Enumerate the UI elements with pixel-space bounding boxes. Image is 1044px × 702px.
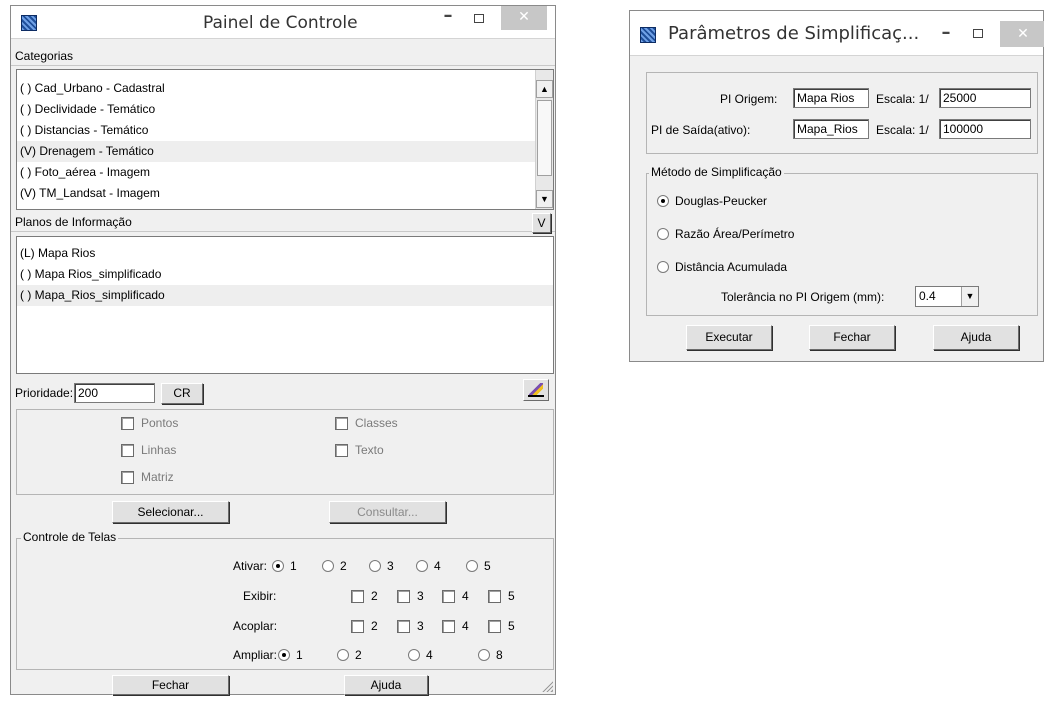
executar-button[interactable]: Executar <box>686 325 772 350</box>
planos-header: Planos de Informação <box>11 212 555 232</box>
plano-item[interactable]: ( ) Mapa Rios_simplificado <box>17 264 553 285</box>
classes-checkbox[interactable]: Classes <box>335 416 398 430</box>
escala-origem-input[interactable]: 25000 <box>939 88 1031 108</box>
fechar-params-button[interactable]: Fechar <box>809 325 895 350</box>
categorias-header: Categorias <box>11 46 555 66</box>
categoria-item[interactable]: ( ) Foto_aérea - Imagem <box>17 162 535 183</box>
ativar-radio-5[interactable]: 5 <box>466 559 491 573</box>
escala-saida-label: Escala: 1/ <box>876 123 929 137</box>
close-icon[interactable]: ✕ <box>1000 21 1044 47</box>
pi-group: PI Origem: Mapa Rios Escala: 1/ 25000 PI… <box>646 72 1038 154</box>
planos-list[interactable]: (L) Mapa Rios( ) Mapa Rios_simplificado(… <box>16 236 554 374</box>
maximize-icon[interactable] <box>467 6 491 30</box>
acoplar-check-4[interactable]: 4 <box>442 619 469 633</box>
ativar-radio-1[interactable]: 1 <box>272 559 297 573</box>
matriz-checkbox[interactable]: Matriz <box>121 470 174 484</box>
ajuda-params-button[interactable]: Ajuda <box>933 325 1019 350</box>
plano-item[interactable]: ( ) Mapa_Rios_simplificado <box>17 285 553 306</box>
categorias-scrollbar[interactable]: ▲ ▼ <box>535 70 553 209</box>
categoria-item[interactable]: ( ) Distancias - Temático <box>17 120 535 141</box>
painel-de-controle-window: Painel de Controle – ✕ Categorias ( ) Ca… <box>10 5 556 695</box>
acoplar-label: Acoplar: <box>233 619 278 633</box>
pi-origem-label: PI Origem: <box>720 92 778 106</box>
categorias-list[interactable]: ( ) Cad_Urbano - Cadastral( ) Declividad… <box>16 69 554 210</box>
categoria-item[interactable]: (V) Drenagem - Temático <box>17 141 535 162</box>
linhas-checkbox[interactable]: Linhas <box>121 443 176 457</box>
fechar-button[interactable]: Fechar <box>112 675 229 695</box>
texto-checkbox[interactable]: Texto <box>335 443 384 457</box>
exibir-check-2[interactable]: 2 <box>351 589 378 603</box>
pontos-checkbox[interactable]: Pontos <box>121 416 178 430</box>
exibir-label: Exibir: <box>243 589 277 603</box>
pi-origem-input[interactable]: Mapa Rios <box>793 88 869 108</box>
ativar-radio-4[interactable]: 4 <box>416 559 441 573</box>
app-icon <box>21 15 37 31</box>
minimize-icon[interactable]: – <box>436 6 460 30</box>
exibir-check-4[interactable]: 4 <box>442 589 469 603</box>
metodo-label: Método de Simplificação <box>649 165 784 179</box>
categorias-label: Categorias <box>15 49 74 63</box>
pi-saida-label: PI de Saída(ativo): <box>651 123 751 137</box>
acoplar-check-5[interactable]: 5 <box>488 619 515 633</box>
categoria-item[interactable]: ( ) Declividade - Temático <box>17 99 535 120</box>
edit-pencil-button[interactable] <box>523 379 549 401</box>
douglas-peucker-radio[interactable]: Douglas-Peucker <box>657 194 767 208</box>
pi-saida-input[interactable]: Mapa_Rios <box>793 119 869 139</box>
distancia-acumulada-radio[interactable]: Distância Acumulada <box>657 260 787 274</box>
painel-titlebar[interactable]: Painel de Controle – ✕ <box>11 6 555 39</box>
ampliar-radio-4[interactable]: 4 <box>408 648 433 662</box>
controle-de-telas-label: Controle de Telas <box>21 530 119 544</box>
tolerancia-select[interactable]: 0.4 ▼ <box>915 286 979 307</box>
selecionar-button[interactable]: Selecionar... <box>112 501 229 523</box>
ampliar-radio-2[interactable]: 2 <box>337 648 362 662</box>
ajuda-button[interactable]: Ajuda <box>344 675 428 695</box>
metodo-group: Método de Simplificação Douglas-Peucker … <box>646 165 1038 316</box>
scroll-up-icon[interactable]: ▲ <box>536 80 553 98</box>
razao-area-perimetro-radio[interactable]: Razão Área/Perímetro <box>657 227 794 241</box>
planos-label: Planos de Informação <box>15 215 132 229</box>
close-icon[interactable]: ✕ <box>501 6 547 30</box>
prioridade-input[interactable]: 200 <box>74 383 155 403</box>
window-title: Painel de Controle <box>203 13 358 33</box>
ampliar-radio-8[interactable]: 8 <box>478 648 503 662</box>
planos-toggle-button[interactable]: V <box>532 213 551 233</box>
controle-de-telas-group: Controle de Telas Ativar: 1 2 3 4 5 Exib… <box>16 530 554 670</box>
escala-origem-label: Escala: 1/ <box>876 92 929 106</box>
escala-saida-input[interactable]: 100000 <box>939 119 1031 139</box>
acoplar-check-2[interactable]: 2 <box>351 619 378 633</box>
ativar-label: Ativar: <box>233 559 268 573</box>
exibir-check-3[interactable]: 3 <box>397 589 424 603</box>
prioridade-label: Prioridade: <box>15 386 74 400</box>
chevron-down-icon: ▼ <box>961 287 978 306</box>
window-title: Parâmetros de Simplificaç... <box>668 23 920 44</box>
maximize-icon[interactable] <box>966 21 990 45</box>
minimize-icon[interactable]: – <box>934 23 958 47</box>
visual-options-group: Pontos Linhas Matriz Classes Texto <box>16 409 554 495</box>
ativar-radio-2[interactable]: 2 <box>322 559 347 573</box>
parametros-window: Parâmetros de Simplificaç... – ✕ PI Orig… <box>629 10 1044 362</box>
resize-grip-icon[interactable] <box>541 680 553 692</box>
cr-button[interactable]: CR <box>161 383 203 404</box>
scroll-down-icon[interactable]: ▼ <box>536 190 553 208</box>
app-icon <box>640 27 656 43</box>
scroll-thumb[interactable] <box>537 100 552 176</box>
ampliar-radio-1[interactable]: 1 <box>278 648 303 662</box>
parametros-titlebar[interactable]: Parâmetros de Simplificaç... – ✕ <box>630 11 1044 56</box>
ampliar-label: Ampliar: <box>233 648 278 662</box>
plano-item[interactable]: (L) Mapa Rios <box>17 243 553 264</box>
consultar-button[interactable]: Consultar... <box>329 501 446 523</box>
categoria-item[interactable]: (V) TM_Landsat - Imagem <box>17 183 535 204</box>
acoplar-check-3[interactable]: 3 <box>397 619 424 633</box>
categoria-item[interactable]: ( ) Cad_Urbano - Cadastral <box>17 78 535 99</box>
exibir-check-5[interactable]: 5 <box>488 589 515 603</box>
tolerancia-label: Tolerância no PI Origem (mm): <box>721 290 885 304</box>
ativar-radio-3[interactable]: 3 <box>369 559 394 573</box>
